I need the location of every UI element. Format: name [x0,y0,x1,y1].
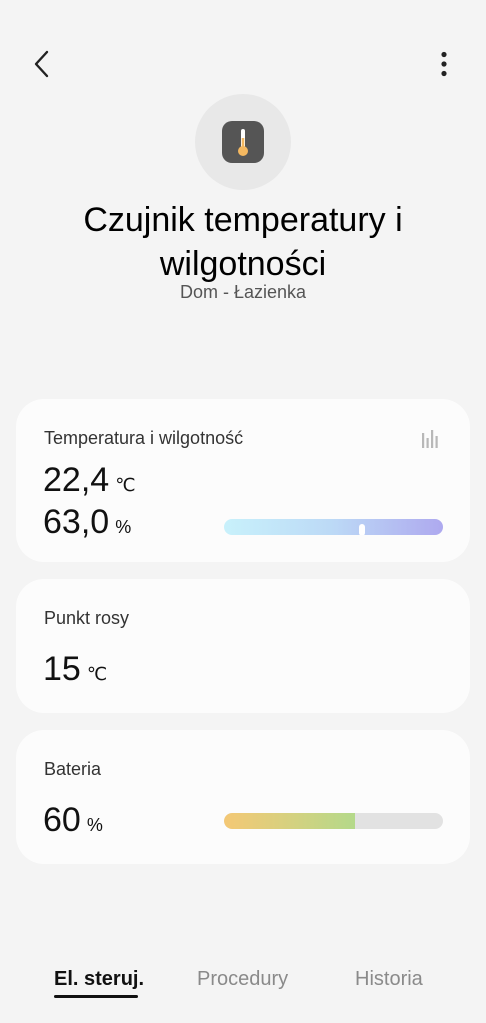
battery-number: 60 [43,801,81,839]
humidity-value: 63,0% [43,504,131,545]
humidity-marker [358,524,365,535]
tab-procedures[interactable]: Procedury [197,968,288,991]
battery-value: 60% [43,802,103,843]
battery-bar [224,813,443,829]
dew-point-value: 15 ℃ [43,651,107,692]
bottom-tab-bar: El. steruj. Procedury Historia [0,960,486,1010]
more-options-button[interactable] [426,44,462,84]
humidity-unit: % [115,517,132,537]
back-button[interactable] [22,44,62,84]
more-vertical-icon [441,51,447,77]
dew-point-label: Punkt rosy [44,608,130,628]
humidity-number: 63,0 [43,503,110,541]
device-location: Dom - Łazienka [179,282,307,302]
dew-point-unit: ℃ [86,664,108,684]
dew-point-number: 15 [43,650,81,688]
battery-unit: % [86,815,103,835]
dew-point-card[interactable]: Punkt rosy 15 ℃ [16,579,470,713]
thermometer-icon [222,121,264,163]
humidity-bar [224,519,443,535]
temperature-unit: ℃ [115,475,136,495]
temp-humidity-card[interactable]: Temperatura i wilgotność 22,4 ℃ 63,0% [16,399,470,562]
battery-fill [224,813,356,829]
bar-chart-icon[interactable] [420,429,440,454]
temperature-value: 22,4 ℃ [43,462,135,503]
device-name: Czujnik temperatury i wilgotności [83,201,403,283]
chevron-left-icon [34,50,49,78]
active-tab-indicator [54,995,138,998]
tab-history[interactable]: Historia [355,968,423,991]
temp-humidity-label: Temperatura i wilgotność [44,428,244,448]
battery-label: Bateria [44,759,102,779]
temperature-number: 22,4 [43,461,110,499]
device-icon-circle [195,94,291,190]
tab-controls[interactable]: El. steruj. [54,968,144,991]
battery-card[interactable]: Bateria 60% [16,730,470,864]
